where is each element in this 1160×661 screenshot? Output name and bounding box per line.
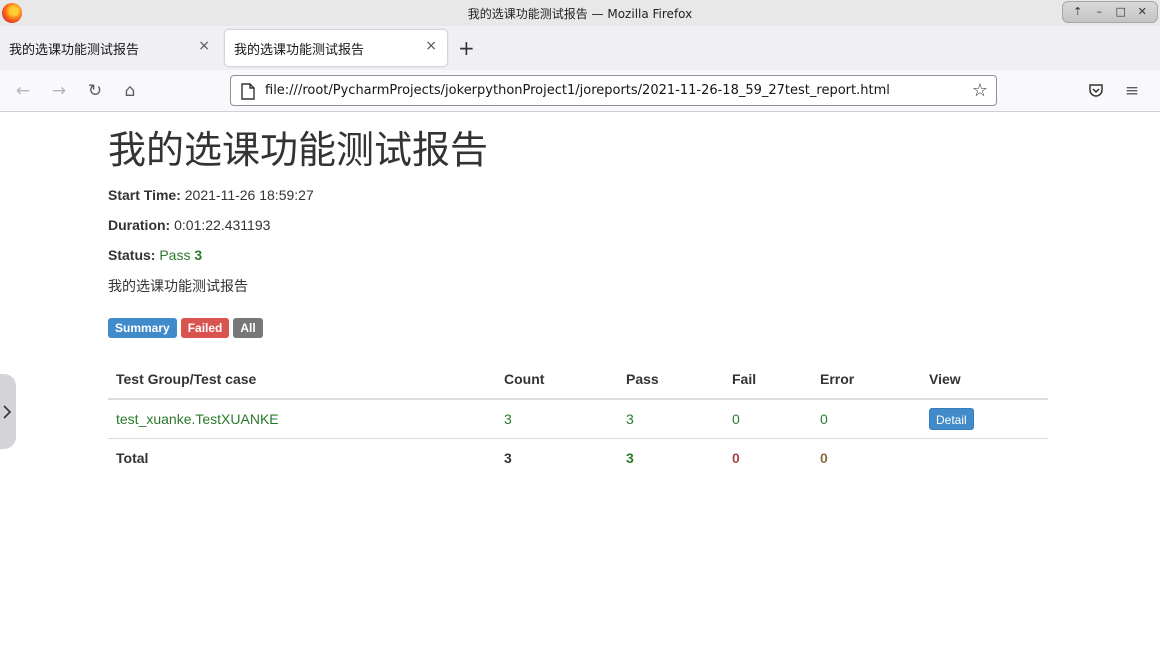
navigation-toolbar: ← → ↻ ⌂ file:///root/PycharmProjects/jok… <box>0 70 1160 112</box>
failed-button[interactable]: Failed <box>180 318 230 338</box>
close-tab-icon[interactable]: × <box>425 38 437 54</box>
row-error: 0 <box>812 399 921 439</box>
url-text[interactable]: file:///root/PycharmProjects/jokerpython… <box>265 83 890 98</box>
pocket-icon[interactable] <box>1088 82 1104 98</box>
tab-1[interactable]: 我的选课功能测试报告 × <box>0 30 220 66</box>
col-count: Count <box>496 360 618 400</box>
forward-icon[interactable]: → <box>47 79 71 103</box>
home-icon[interactable]: ⌂ <box>118 79 142 103</box>
col-pass: Pass <box>618 360 724 400</box>
tab-strip: 我的选课功能测试报告 × 我的选课功能测试报告 × + <box>0 26 1160 70</box>
status-pass-count: 3 <box>194 247 203 263</box>
url-bar[interactable]: file:///root/PycharmProjects/jokerpython… <box>230 75 997 106</box>
total-label: Total <box>116 449 149 466</box>
close-tab-icon[interactable]: × <box>198 38 210 54</box>
back-icon[interactable]: ← <box>11 79 35 103</box>
window-controls: ⇡ – □ ✕ <box>1062 1 1158 23</box>
window-titlebar: 我的选课功能测试报告 — Mozilla Firefox ⇡ – □ ✕ <box>0 0 1160 26</box>
total-row: Total 3 3 0 0 <box>108 438 1048 477</box>
filter-buttons: Summary Failed All <box>108 318 1048 338</box>
status-line: Status: Pass 3 <box>108 246 1048 264</box>
test-class-name: test_xuanke.TestXUANKE <box>108 399 496 439</box>
close-window-icon[interactable]: ✕ <box>1135 5 1149 19</box>
app-menu-icon[interactable]: ≡ <box>1120 79 1144 103</box>
page-icon <box>241 83 255 100</box>
firefox-logo-icon <box>2 3 22 23</box>
col-test-group: Test Group/Test case <box>108 360 496 400</box>
row-view: Detail <box>921 399 1048 439</box>
total-error: 0 <box>820 449 828 466</box>
status-pass-text: Pass <box>159 247 191 263</box>
detail-button[interactable]: Detail <box>929 407 974 430</box>
start-time-line: Start Time: 2021-11-26 18:59:27 <box>108 186 1048 204</box>
bookmark-star-icon[interactable]: ☆ <box>972 80 988 101</box>
duration-value: 0:01:22.431193 <box>174 217 271 233</box>
table-row: test_xuanke.TestXUANKE 3 3 0 0 Detail <box>108 399 1048 439</box>
window-title: 我的选课功能测试报告 — Mozilla Firefox <box>467 6 693 21</box>
total-fail: 0 <box>732 449 740 466</box>
col-fail: Fail <box>724 360 812 400</box>
minimize-icon[interactable]: – <box>1092 5 1106 19</box>
page-content: 我的选课功能测试报告 Start Time: 2021-11-26 18:59:… <box>0 112 1160 661</box>
start-time-value: 2021-11-26 18:59:27 <box>184 187 314 203</box>
col-view: View <box>921 360 1048 400</box>
total-count: 3 <box>504 449 512 466</box>
row-pass: 3 <box>618 399 724 439</box>
keep-above-icon[interactable]: ⇡ <box>1071 5 1085 19</box>
all-button[interactable]: All <box>233 318 263 338</box>
new-tab-button[interactable]: + <box>458 36 475 60</box>
maximize-icon[interactable]: □ <box>1114 5 1128 19</box>
duration-label: Duration: <box>108 217 171 233</box>
row-fail: 0 <box>724 399 812 439</box>
tab-2-active[interactable]: 我的选课功能测试报告 × <box>225 30 447 66</box>
summary-button[interactable]: Summary <box>108 318 177 338</box>
row-count: 3 <box>496 399 618 439</box>
reload-icon[interactable]: ↻ <box>83 79 107 103</box>
chevron-right-icon <box>3 404 11 419</box>
page-title: 我的选课功能测试报告 <box>108 130 489 172</box>
status-label: Status: <box>108 247 156 263</box>
duration-line: Duration: 0:01:22.431193 <box>108 216 1048 234</box>
sidebar-toggle[interactable] <box>0 374 16 449</box>
tab-label: 我的选课功能测试报告 <box>9 42 140 58</box>
table-header-row: Test Group/Test case Count Pass Fail Err… <box>108 360 1048 400</box>
start-time-label: Start Time: <box>108 187 181 203</box>
total-view <box>921 438 1048 477</box>
total-pass: 3 <box>626 449 634 466</box>
results-table: Test Group/Test case Count Pass Fail Err… <box>108 360 1048 477</box>
col-error: Error <box>812 360 921 400</box>
report-description: 我的选课功能测试报告 <box>108 278 248 294</box>
report-container: 我的选课功能测试报告 Start Time: 2021-11-26 18:59:… <box>108 112 1048 477</box>
tab-label: 我的选课功能测试报告 <box>234 42 365 58</box>
